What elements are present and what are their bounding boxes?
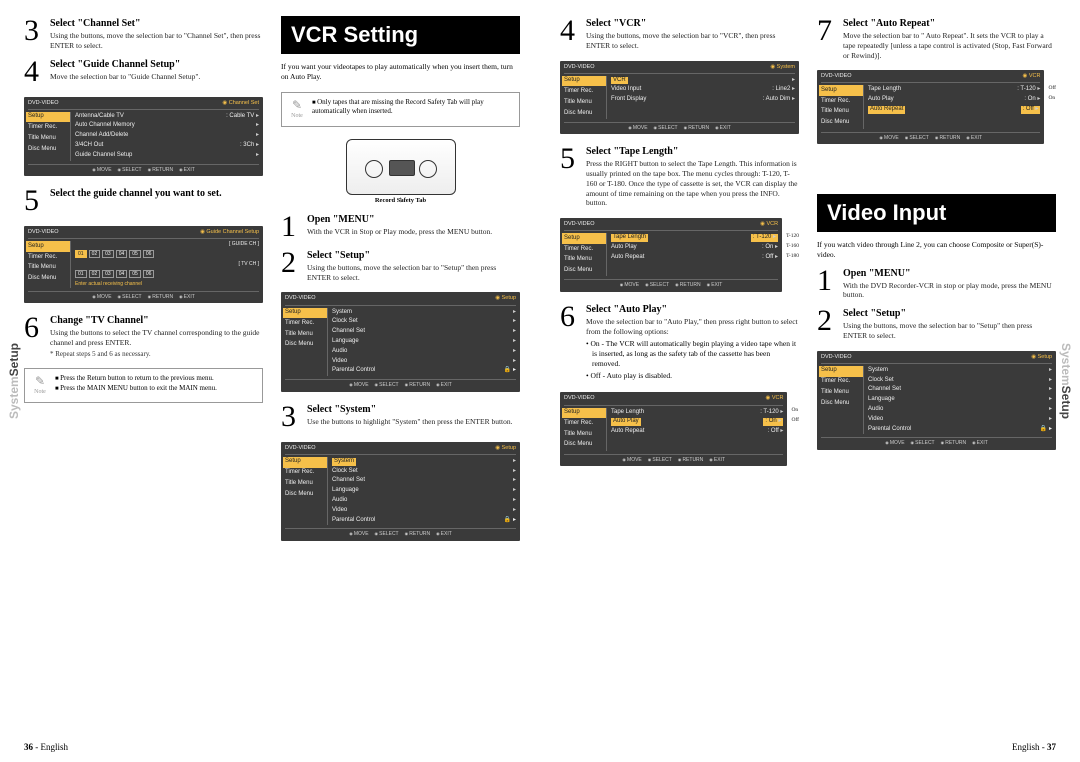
osd-system-menu: DVD-VIDEO◉ System SetupTimer Rec.Title M… [560, 61, 799, 135]
note-icon: ✎Note [31, 374, 49, 397]
step-number: 3 [24, 16, 50, 51]
page37-col1: 4 Select "VCR" Using the buttons, move t… [560, 16, 799, 748]
step-number: 4 [24, 57, 50, 87]
step-desc: Using the buttons, move the selection ba… [50, 31, 263, 51]
step-1-open-menu-vi: 1 Open "MENU" With the DVD Recorder-VCR … [817, 266, 1056, 301]
tape-length-options: T-120T-160T-180 [786, 214, 799, 262]
auto-repeat-options: OffOn [1048, 66, 1056, 104]
step-desc: Using the buttons to select the TV chann… [50, 328, 263, 348]
osd-vcr-auto-repeat: DVD-VIDEO◉ VCR SetupTimer Rec.Title Menu… [817, 70, 1044, 144]
step-title: Open "MENU" [307, 214, 520, 225]
section-video-input: Video Input [817, 194, 1056, 232]
osd-vcr-auto-play: DVD-VIDEO◉ VCR SetupTimer Rec.Title Menu… [560, 392, 787, 466]
step-title: Select "Auto Play" [586, 304, 799, 315]
step-5-tape-length: 5 Select "Tape Length" Press the RIGHT b… [560, 144, 799, 208]
osd-vcr-tape-length: DVD-VIDEO◉ VCR SetupTimer Rec.Title Menu… [560, 218, 782, 292]
osd-setup-menu-3: DVD-VIDEO◉ Setup SetupTimer Rec.Title Me… [817, 351, 1056, 450]
step-number: 2 [281, 248, 307, 283]
step-desc: With the VCR in Stop or Play mode, press… [307, 227, 520, 237]
page-37: SystemSetup 4 Select "VCR" Using the but… [540, 0, 1080, 762]
step-desc: Use the buttons to highlight "System" th… [307, 417, 520, 427]
side-tab-right: SystemSetup [1059, 343, 1073, 419]
page-36: SystemSetup 3 Select "Channel Set" Using… [0, 0, 540, 762]
step-number: 4 [560, 16, 586, 51]
osd-setup-menu-2: DVD-VIDEO◉ Setup SetupTimer Rec.Title Me… [281, 442, 520, 541]
page36-col2: VCR Setting If you want your videotapes … [281, 16, 520, 748]
step-1-open-menu: 1 Open "MENU" With the VCR in Stop or Pl… [281, 212, 520, 242]
step-title: Select "Setup" [843, 308, 1056, 319]
step-title: Select "Auto Repeat" [843, 18, 1056, 29]
cassette-illustration: ↑ [346, 139, 456, 195]
step-3-channel-set: 3 Select "Channel Set" Using the buttons… [24, 16, 263, 51]
bullet-on: On - The VCR will automatically begin pl… [586, 339, 799, 368]
step-title: Select "System" [307, 404, 520, 415]
step-number: 5 [560, 144, 586, 208]
step-title: Change "TV Channel" [50, 315, 263, 326]
step-4-guide-channel-setup: 4 Select "Guide Channel Setup" Move the … [24, 57, 263, 87]
note-icon: ✎Note [288, 98, 306, 121]
page-number-right: English - 37 [1012, 742, 1056, 752]
note-item: Press the Return button to return to the… [55, 374, 217, 384]
step-4-select-vcr: 4 Select "VCR" Using the buttons, move t… [560, 16, 799, 51]
note-return-mainmenu: ✎Note Press the Return button to return … [24, 368, 263, 403]
section-vcr-setting: VCR Setting [281, 16, 520, 54]
step-desc: Move the selection bar to "Guide Channel… [50, 72, 263, 82]
step-sub: * Repeat steps 5 and 6 as necessary. [50, 350, 263, 358]
step-title: Select "Channel Set" [50, 18, 263, 29]
page36-col1: 3 Select "Channel Set" Using the buttons… [24, 16, 263, 748]
vcr-intro: If you want your videotapes to play auto… [281, 62, 520, 82]
video-input-intro: If you watch video through Line 2, you c… [817, 240, 1056, 260]
step-title: Select "Tape Length" [586, 146, 799, 157]
step-number: 7 [817, 16, 843, 60]
page-number-left: 36 - English [24, 742, 68, 752]
step-number: 2 [817, 306, 843, 341]
step-2-select-setup-vi: 2 Select "Setup" Using the buttons, move… [817, 306, 1056, 341]
auto-play-options: OnOff [791, 388, 799, 426]
step-number: 1 [281, 212, 307, 242]
step-5-select-guide-channel: 5 Select the guide channel you want to s… [24, 186, 263, 216]
osd-guide-channel-setup: DVD-VIDEO◉ Guide Channel Setup Setup Tim… [24, 226, 263, 303]
step-desc: With the DVD Recorder-VCR in stop or pla… [843, 281, 1056, 301]
step-2-select-setup: 2 Select "Setup" Using the buttons, move… [281, 248, 520, 283]
step-7-auto-repeat: 7 Select "Auto Repeat" Move the selectio… [817, 16, 1056, 60]
page37-col2: 7 Select "Auto Repeat" Move the selectio… [817, 16, 1056, 748]
step-title: Select "Guide Channel Setup" [50, 59, 263, 70]
note-item: Press the MAIN MENU button to exit the M… [55, 384, 217, 394]
step-number: 3 [281, 402, 307, 432]
step-6-auto-play: 6 Select "Auto Play" Move the selection … [560, 302, 799, 383]
step-desc: Move the selection bar to "Auto Play," t… [586, 317, 799, 337]
step-desc: Using the buttons, move the selection ba… [586, 31, 799, 51]
osd-setup-menu-1: DVD-VIDEO◉ Setup SetupTimer Rec.Title Me… [281, 292, 520, 391]
step-title: Open "MENU" [843, 268, 1056, 279]
step-6-change-tv-channel: 6 Change "TV Channel" Using the buttons … [24, 313, 263, 358]
bullet-off: Off - Auto play is disabled. [586, 371, 799, 381]
step-desc: Move the selection bar to " Auto Repeat"… [843, 31, 1056, 60]
step-desc: Using the buttons, move the selection ba… [843, 321, 1056, 341]
step-desc: Press the RIGHT button to select the Tap… [586, 159, 799, 208]
note-item: Only tapes that are missing the Record S… [312, 98, 513, 117]
side-tab-left: SystemSetup [7, 343, 21, 419]
step-number: 6 [560, 302, 586, 383]
note-safety-tab: ✎Note Only tapes that are missing the Re… [281, 92, 520, 127]
step-desc: Using the buttons, move the selection ba… [307, 263, 520, 283]
step-number: 1 [817, 266, 843, 301]
step-number: 5 [24, 186, 50, 216]
step-number: 6 [24, 313, 50, 358]
step-title: Select "Setup" [307, 250, 520, 261]
step-title: Select "VCR" [586, 18, 799, 29]
step-title: Select the guide channel you want to set… [50, 188, 263, 199]
step-3-select-system: 3 Select "System" Use the buttons to hig… [281, 402, 520, 432]
osd-channel-set: DVD-VIDEO◉ Channel Set Setup Timer Rec. … [24, 97, 263, 177]
